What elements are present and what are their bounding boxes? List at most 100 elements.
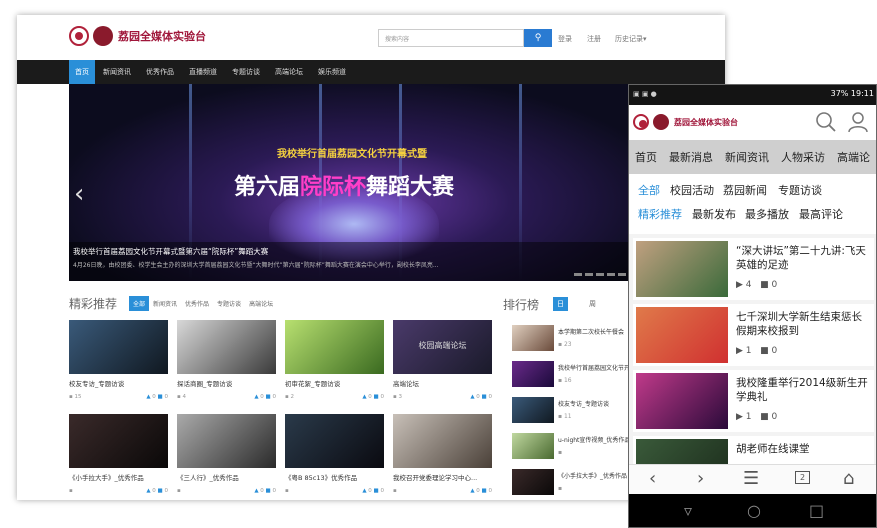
- tab-forum[interactable]: 高端论坛: [245, 296, 277, 311]
- mobile-list-item[interactable]: 七千深圳大学新生结束惩长假期来校报到 ▶ 1 ■ 0: [633, 304, 874, 366]
- ranking-title[interactable]: 本学期第二次校长午餐会: [558, 327, 628, 336]
- ranking-tab-week[interactable]: 周: [585, 297, 600, 311]
- ranking-item[interactable]: 《小手拉大手》_优秀作品 ▪: [512, 469, 627, 499]
- card-thumbnail[interactable]: [285, 320, 384, 374]
- home-icon[interactable]: ⌂: [843, 468, 854, 489]
- banner-caption-title[interactable]: 我校举行首届荔园文化节开幕式暨第六届“院际杯”舞蹈大赛: [73, 246, 268, 257]
- item-title[interactable]: 胡老师在线课堂: [736, 442, 872, 456]
- search-button[interactable]: ⚲: [524, 29, 552, 47]
- card-thumbnail[interactable]: [177, 320, 276, 374]
- card-thumbnail[interactable]: [177, 414, 276, 468]
- cat-lychee-news[interactable]: 荔园新闻: [723, 182, 767, 198]
- cat-top-comment[interactable]: 最高评论: [799, 206, 843, 222]
- mobile-nav-forum[interactable]: 高端论: [831, 149, 876, 165]
- mobile-list-item[interactable]: 我校隆重举行2014级新生开学典礼 ▶ 1 ■ 0: [633, 370, 874, 432]
- card-thumbnail[interactable]: [393, 414, 492, 468]
- ranking-item[interactable]: u-night宣传视频_优秀作品 ▪: [512, 433, 628, 463]
- ranking-title[interactable]: 我校举行首届荔园文化节开幕式: [558, 363, 628, 372]
- menu-icon[interactable]: ☰: [743, 468, 759, 489]
- hero-banner[interactable]: 我校举行首届荔园文化节开幕式暨 第六届院际杯舞蹈大赛 ‹ 我校举行首届荔园文化节…: [69, 84, 638, 281]
- card-thumbnail[interactable]: [69, 320, 168, 374]
- ranking-title[interactable]: u-night宣传视频_优秀作品: [558, 435, 628, 444]
- card-thumbnail[interactable]: [69, 414, 168, 468]
- mobile-logo[interactable]: 荔园全媒体实验台: [633, 114, 738, 130]
- carousel-dot[interactable]: [618, 273, 626, 276]
- ranking-item[interactable]: 我校举行首届荔园文化节开幕式 ▪ 16: [512, 361, 628, 391]
- ranking-title[interactable]: 校友专访_专题访谈: [558, 399, 628, 408]
- android-recent-icon[interactable]: □: [809, 501, 824, 520]
- cat-newest[interactable]: 最新发布: [692, 206, 736, 222]
- chevron-left-icon[interactable]: ‹: [74, 179, 84, 209]
- mobile-nav-news[interactable]: 新闻资讯: [719, 149, 775, 165]
- card-title[interactable]: 我校召开党委理论学习中心...: [393, 472, 492, 482]
- mobile-nav-latest[interactable]: 最新消息: [663, 149, 719, 165]
- item-title[interactable]: “深大讲坛”第二十九讲:飞天英雄的足迹: [736, 244, 872, 272]
- recommend-card[interactable]: 初审花絮_专题访谈 ▪ 2 ▲ 0 ■ 0: [285, 320, 384, 400]
- search-icon[interactable]: [815, 111, 837, 133]
- forward-icon[interactable]: ›: [697, 468, 704, 489]
- ranking-thumbnail[interactable]: [512, 325, 554, 351]
- ranking-thumbnail[interactable]: [512, 469, 554, 495]
- site-logo[interactable]: 荔园全媒体实验台: [69, 26, 206, 46]
- tab-all[interactable]: 全部: [129, 296, 150, 311]
- card-title[interactable]: 《三人行》_优秀作品: [177, 472, 276, 482]
- nav-works[interactable]: 优秀作品: [140, 60, 180, 84]
- ranking-thumbnail[interactable]: [512, 433, 554, 459]
- user-icon[interactable]: [847, 111, 869, 133]
- android-back-icon[interactable]: ▿: [684, 501, 692, 520]
- card-thumbnail[interactable]: 校园高端论坛: [393, 320, 492, 374]
- register-link[interactable]: 注册: [587, 34, 601, 44]
- card-title[interactable]: 探话商圈_专题访谈: [177, 378, 276, 388]
- item-thumbnail[interactable]: [636, 373, 728, 429]
- item-title[interactable]: 我校隆重举行2014级新生开学典礼: [736, 376, 872, 404]
- tab-interviews[interactable]: 专题访谈: [213, 296, 245, 311]
- login-link[interactable]: 登录: [558, 34, 572, 44]
- carousel-dot[interactable]: [607, 273, 615, 276]
- carousel-dot[interactable]: [596, 273, 604, 276]
- tab-works[interactable]: 优秀作品: [181, 296, 213, 311]
- card-title[interactable]: 《小手拉大手》_优秀作品: [69, 472, 168, 482]
- ranking-item[interactable]: 本学期第二次校长午餐会 ▪ 23: [512, 325, 627, 355]
- card-thumbnail[interactable]: [285, 414, 384, 468]
- nav-live[interactable]: 直播频道: [183, 60, 223, 84]
- history-dropdown[interactable]: 历史记录▾: [615, 34, 647, 44]
- ranking-thumbnail[interactable]: [512, 361, 554, 387]
- nav-news[interactable]: 新闻资讯: [97, 60, 137, 84]
- ranking-title[interactable]: 《小手拉大手》_优秀作品: [558, 471, 628, 480]
- recommend-card[interactable]: 《小手拉大手》_优秀作品 ▪ ▲ 0 ■ 0: [69, 414, 168, 494]
- carousel-dot[interactable]: [585, 273, 593, 276]
- cat-campus[interactable]: 校园活动: [670, 182, 714, 198]
- tabs-icon[interactable]: 2: [795, 471, 811, 484]
- mobile-nav-home[interactable]: 首页: [629, 149, 663, 165]
- nav-entertainment[interactable]: 娱乐频道: [312, 60, 352, 84]
- recommend-card[interactable]: 校友专访_专题访谈 ▪ 15 ▲ 0 ■ 0: [69, 320, 168, 400]
- item-thumbnail[interactable]: [636, 307, 728, 363]
- card-title[interactable]: 高端论坛: [393, 378, 492, 388]
- card-title[interactable]: 《粤B 85c13》优秀作品: [285, 472, 384, 482]
- nav-forum[interactable]: 高端论坛: [269, 60, 309, 84]
- back-icon[interactable]: ‹: [649, 468, 656, 489]
- carousel-dot[interactable]: [574, 273, 582, 276]
- cat-most-played[interactable]: 最多播放: [745, 206, 789, 222]
- recommend-card[interactable]: 校园高端论坛 高端论坛 ▪ 3 ▲ 0 ■ 0: [393, 320, 492, 400]
- cat-featured[interactable]: 精彩推荐: [638, 206, 682, 222]
- recommend-card[interactable]: 《三人行》_优秀作品 ▪ ▲ 0 ■ 0: [177, 414, 276, 494]
- cat-all[interactable]: 全部: [638, 182, 660, 198]
- card-title[interactable]: 初审花絮_专题访谈: [285, 378, 384, 388]
- nav-interviews[interactable]: 专题访谈: [226, 60, 266, 84]
- nav-home[interactable]: 首页: [69, 60, 95, 84]
- carousel-dots[interactable]: [574, 273, 626, 276]
- recommend-card[interactable]: 探话商圈_专题访谈 ▪ 4 ▲ 0 ■ 0: [177, 320, 276, 400]
- item-title[interactable]: 七千深圳大学新生结束惩长假期来校报到: [736, 310, 872, 338]
- card-title[interactable]: 校友专访_专题访谈: [69, 378, 168, 388]
- tab-news[interactable]: 新闻资讯: [149, 296, 181, 311]
- android-home-icon[interactable]: ○: [747, 501, 761, 520]
- ranking-thumbnail[interactable]: [512, 397, 554, 423]
- cat-interviews[interactable]: 专题访谈: [778, 182, 822, 198]
- item-thumbnail[interactable]: [636, 241, 728, 297]
- mobile-list-item[interactable]: “深大讲坛”第二十九讲:飞天英雄的足迹 ▶ 4 ■ 0: [633, 238, 874, 300]
- ranking-tab-day[interactable]: 日: [553, 297, 568, 311]
- search-input[interactable]: 搜索内容: [378, 29, 524, 47]
- recommend-card[interactable]: 我校召开党委理论学习中心... ▪ ▲ 0 ■ 0: [393, 414, 492, 494]
- mobile-nav-people[interactable]: 人物采访: [775, 149, 831, 165]
